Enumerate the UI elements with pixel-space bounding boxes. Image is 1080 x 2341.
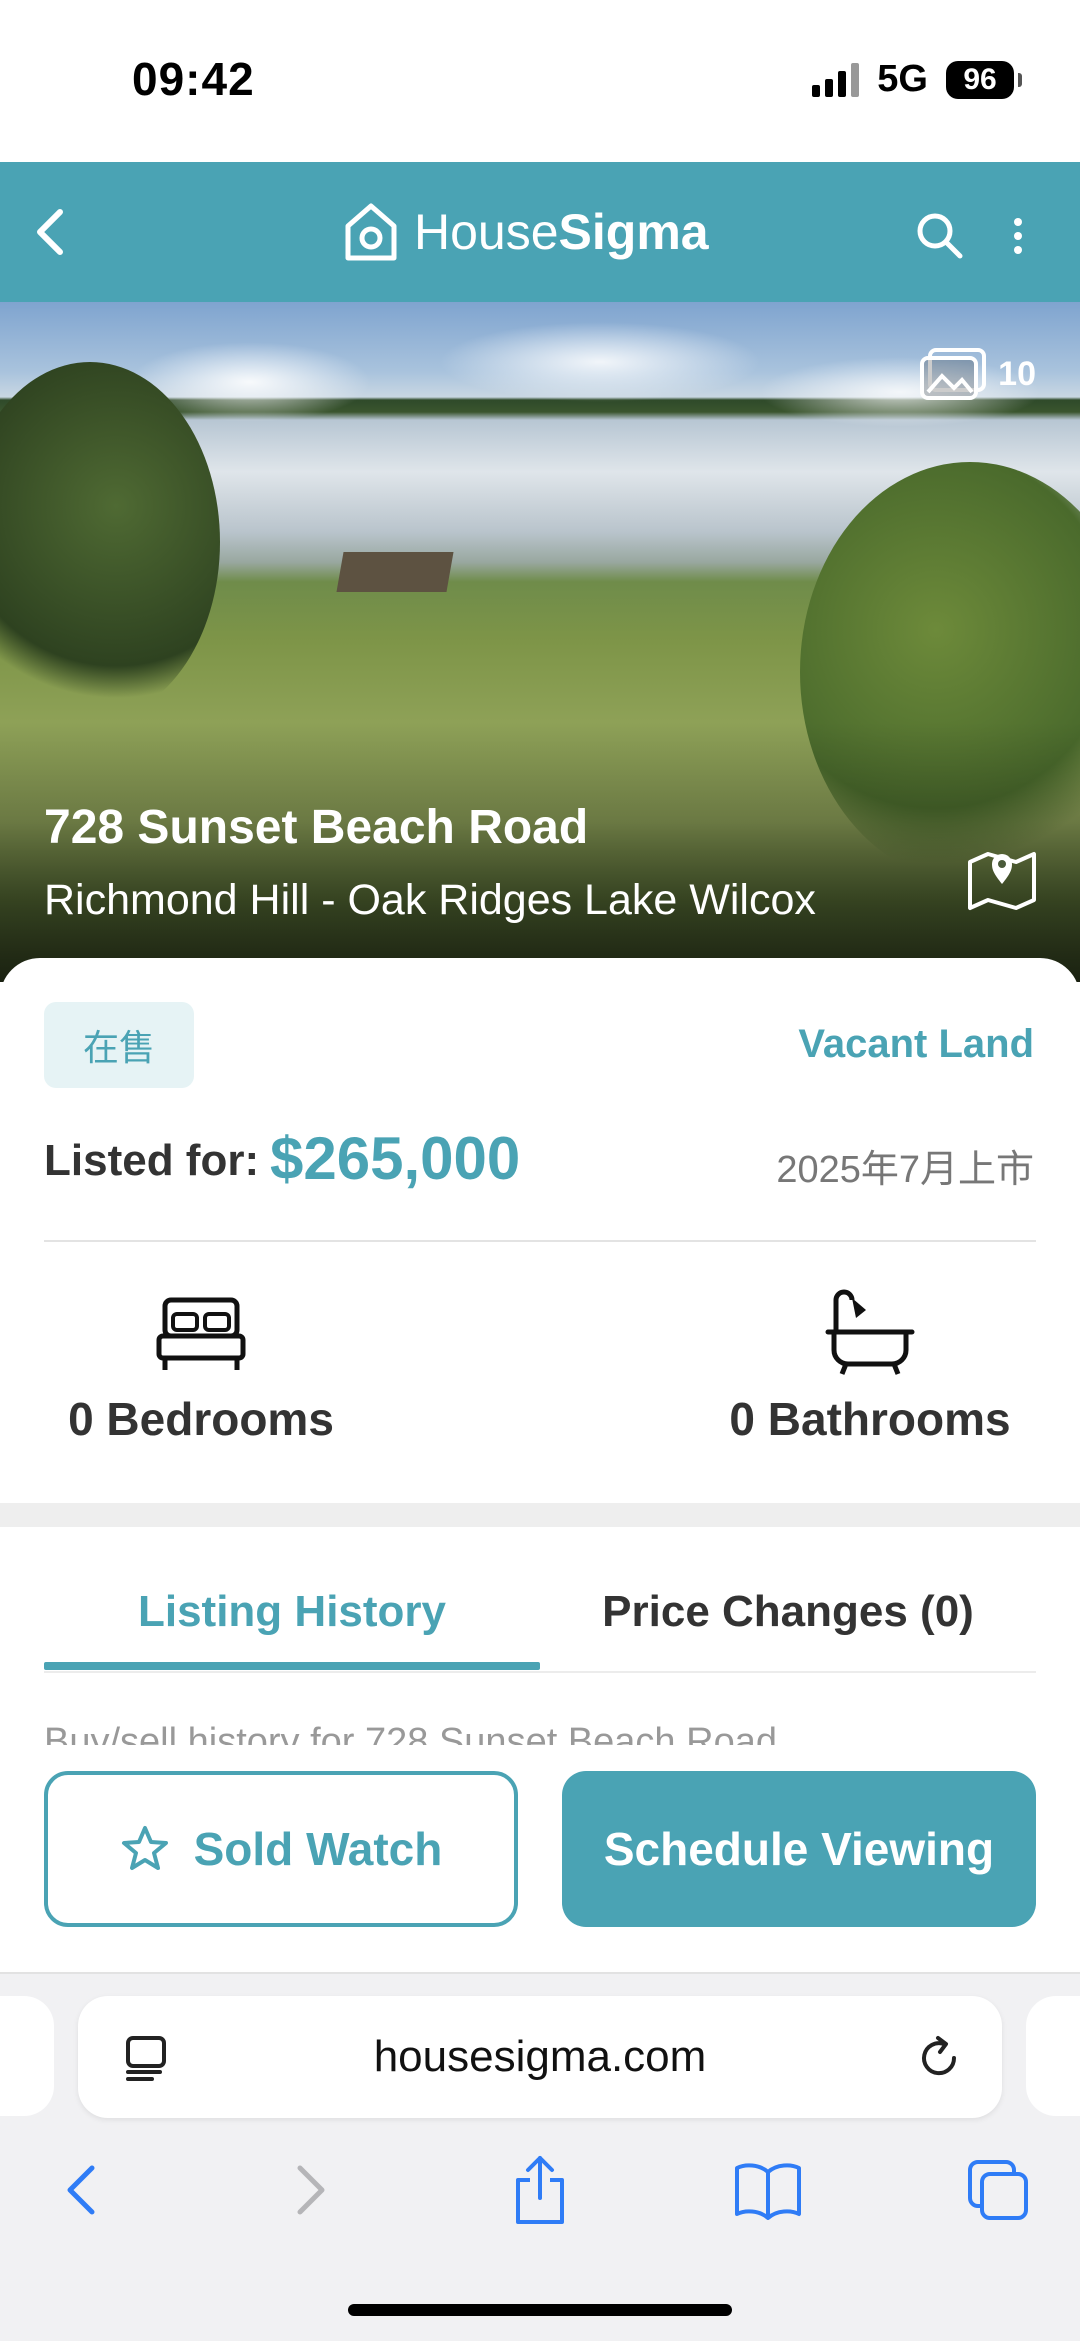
bathtub-icon [825,1289,915,1375]
schedule-viewing-button[interactable]: Schedule Viewing [562,1771,1036,1927]
search-icon [917,213,963,259]
status-indicators: 5G 96 [812,58,1022,101]
bedrooms-feature: 0 Bedrooms [66,1288,336,1446]
star-icon [121,1826,168,1870]
address-bar[interactable]: housesigma.com [78,1996,1002,2118]
more-options-button[interactable] [1000,208,1036,264]
listing-photo[interactable]: 10 728 Sunset Beach Road Richmond Hill -… [0,302,1080,982]
section-separator [0,1503,1080,1527]
next-tab-peek[interactable] [1026,1996,1080,2116]
share-button[interactable] [500,2150,580,2230]
bedrooms-count: 0 Bedrooms [68,1393,334,1445]
share-icon [516,2156,564,2224]
photos-icon [920,348,987,400]
status-badge: 在售 [44,1002,194,1088]
browser-forward-button[interactable] [272,2150,352,2230]
network-type: 5G [877,58,928,100]
home-indicator[interactable] [348,2304,732,2316]
bathrooms-count: 0 Bathrooms [729,1393,1011,1445]
signal-icon [812,62,860,97]
chevron-left-icon [67,2165,95,2215]
bathrooms-feature: 0 Bathrooms [720,1288,1020,1446]
price-label: Listed for: [44,1136,260,1185]
map-button[interactable] [966,840,1038,912]
previous-tab-peek[interactable] [0,1996,54,2116]
bed-icon [156,1297,246,1370]
sold-watch-label: Sold Watch [193,1823,443,1875]
browser-toolbar: housesigma.com [0,1974,1080,2341]
map-pin-icon [968,852,1036,910]
photo-trees-left [0,362,220,722]
browser-nav [0,2150,1080,2240]
tabs-button[interactable] [958,2150,1038,2230]
status-time: 09:42 [132,53,255,105]
divider [44,1240,1036,1242]
photo-count-button[interactable]: 10 [918,346,1036,402]
house-logo-icon [345,203,397,261]
listing-price: $265,000 [270,1125,521,1192]
sold-watch-button[interactable]: Sold Watch [44,1771,518,1927]
tab-listing-history[interactable]: Listing History [44,1587,540,1637]
tab-divider [44,1671,1036,1673]
tab-price-changes[interactable]: Price Changes (0) [540,1587,1036,1637]
reload-icon[interactable] [914,2032,964,2082]
url-text: housesigma.com [373,2032,707,2081]
chevron-left-icon [37,209,63,255]
listed-date: 2025年7月上市 [776,1149,1034,1191]
active-tab-indicator [44,1662,540,1670]
listing-address: 728 Sunset Beach Road [44,801,589,854]
browser-back-button[interactable] [40,2150,120,2230]
logo-text: HouseSigma [414,204,709,260]
housesigma-logo[interactable]: HouseSigma [342,196,709,268]
action-bar: Sold Watch Schedule Viewing [0,1745,1080,1975]
book-icon [735,2163,801,2220]
app-header: HouseSigma [0,162,1080,302]
back-button[interactable] [18,200,82,264]
bookmarks-button[interactable] [728,2150,808,2230]
search-button[interactable] [912,208,968,264]
listing-summary-card: 在售 Vacant Land Listed for: $265,000 2025… [0,958,1080,1503]
battery-icon: 96 [946,60,1022,99]
tabs-icon [968,2160,1028,2220]
status-bar: 09:42 5G 96 [0,0,1080,162]
property-type: Vacant Land [798,1022,1034,1066]
more-vertical-icon [1014,218,1022,226]
chevron-right-icon [297,2165,325,2215]
photo-dock [336,552,454,592]
listing-neighborhood: Richmond Hill - Oak Ridges Lake Wilcox [44,876,816,924]
photo-count: 10 [998,354,1036,393]
